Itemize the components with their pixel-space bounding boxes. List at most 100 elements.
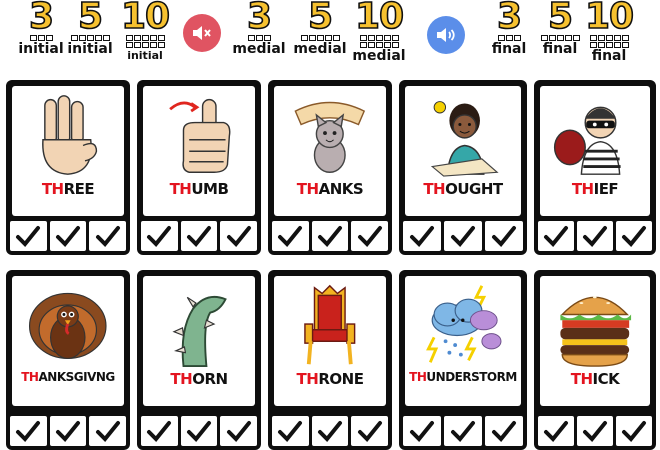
initial-5-label: initial bbox=[67, 41, 113, 57]
check-box-3[interactable] bbox=[89, 416, 127, 446]
check-box-1[interactable] bbox=[403, 416, 441, 446]
checkmark-icon bbox=[16, 226, 41, 247]
check-row bbox=[272, 416, 389, 446]
checkmark-icon bbox=[147, 226, 172, 247]
checkmark-icon bbox=[226, 226, 251, 247]
check-box-1[interactable] bbox=[10, 416, 47, 446]
medial-10-button[interactable]: 10 medial bbox=[350, 0, 408, 63]
check-box-2[interactable] bbox=[444, 416, 482, 446]
thief-icon bbox=[554, 106, 621, 175]
checkmark-icon bbox=[451, 421, 475, 442]
card-throne: THRONE bbox=[268, 270, 392, 450]
checkmark-icon bbox=[622, 226, 646, 247]
card-word: THIEF bbox=[540, 180, 650, 198]
checkmark-icon bbox=[357, 421, 382, 442]
checkmark-icon bbox=[16, 421, 41, 442]
three-fingers-hand-icon bbox=[42, 95, 98, 175]
th-prefix: TH bbox=[41, 180, 64, 198]
medial-3-label: medial bbox=[232, 41, 286, 57]
check-box-3[interactable] bbox=[616, 416, 652, 446]
checkbox-grid-icon bbox=[589, 35, 629, 48]
check-box-3[interactable] bbox=[351, 416, 389, 446]
medial-10-number: 10 bbox=[354, 0, 405, 37]
check-box-2[interactable] bbox=[49, 416, 87, 446]
turkey-icon bbox=[29, 292, 107, 360]
initial-10-button[interactable]: 10 initial bbox=[120, 0, 171, 63]
check-box-3[interactable] bbox=[220, 416, 258, 446]
toolbar: 3 initial 5 initial 10 initial 3 medial … bbox=[0, 0, 660, 70]
sound-on-button[interactable] bbox=[427, 16, 465, 54]
check-box-3[interactable] bbox=[220, 221, 258, 251]
check-box-1[interactable] bbox=[272, 416, 309, 446]
th-prefix: TH bbox=[170, 370, 193, 388]
check-box-3[interactable] bbox=[616, 221, 652, 251]
check-row bbox=[141, 416, 258, 446]
check-box-1[interactable] bbox=[272, 221, 309, 251]
final-5-button[interactable]: 5 final bbox=[534, 0, 586, 56]
check-box-2[interactable] bbox=[180, 416, 218, 446]
th-prefix: TH bbox=[571, 180, 594, 198]
check-box-1[interactable] bbox=[538, 221, 574, 251]
final-3-number: 3 bbox=[496, 0, 523, 37]
medial-5-button[interactable]: 5 medial bbox=[290, 0, 350, 56]
checkmark-icon bbox=[147, 421, 172, 442]
initial-10-number: 10 bbox=[120, 0, 171, 37]
card-thumb: THUMB bbox=[137, 80, 261, 255]
checkbox-grid-icon bbox=[359, 35, 399, 48]
card-word: THICK bbox=[540, 370, 650, 388]
final-3-label: final bbox=[491, 41, 527, 57]
check-box-2[interactable] bbox=[311, 221, 349, 251]
check-box-1[interactable] bbox=[10, 221, 47, 251]
th-prefix: TH bbox=[296, 370, 319, 388]
card-face: THIEF bbox=[540, 86, 650, 216]
check-box-3[interactable] bbox=[485, 221, 523, 251]
check-row bbox=[403, 221, 523, 251]
speaker-on-icon bbox=[437, 28, 455, 42]
check-box-3[interactable] bbox=[89, 221, 127, 251]
card-face: THUMB bbox=[143, 86, 255, 216]
check-box-2[interactable] bbox=[577, 416, 613, 446]
checkmark-icon bbox=[318, 421, 342, 442]
initial-3-button[interactable]: 3 initial bbox=[18, 0, 64, 56]
card-word: THREE bbox=[12, 180, 124, 198]
word-rest: ANKSGIVNG bbox=[38, 370, 115, 384]
final-3-button[interactable]: 3 final bbox=[484, 0, 534, 56]
checkmark-icon bbox=[544, 421, 568, 442]
checkmark-icon bbox=[187, 421, 211, 442]
card-thief: THIEF bbox=[534, 80, 656, 255]
check-row bbox=[538, 416, 652, 446]
card-thick: THICK bbox=[534, 270, 656, 450]
th-prefix: TH bbox=[296, 180, 319, 198]
checkmark-icon bbox=[56, 421, 80, 442]
mute-button[interactable] bbox=[183, 14, 221, 52]
check-box-3[interactable] bbox=[351, 221, 389, 251]
check-box-2[interactable] bbox=[311, 416, 349, 446]
checkmark-icon bbox=[95, 421, 120, 442]
check-box-1[interactable] bbox=[538, 416, 574, 446]
card-word: THRONE bbox=[274, 370, 386, 388]
card-face: THOUGHT bbox=[405, 86, 521, 216]
medial-5-label: medial bbox=[293, 41, 347, 57]
card-three: THREE bbox=[6, 80, 130, 255]
check-box-2[interactable] bbox=[180, 221, 218, 251]
check-box-1[interactable] bbox=[141, 221, 178, 251]
checkmark-icon bbox=[187, 226, 211, 247]
check-box-2[interactable] bbox=[444, 221, 482, 251]
checkmark-icon bbox=[357, 226, 382, 247]
check-box-1[interactable] bbox=[403, 221, 441, 251]
check-box-1[interactable] bbox=[141, 416, 178, 446]
initial-5-button[interactable]: 5 initial bbox=[64, 0, 116, 56]
storm-cloud-icon bbox=[426, 285, 502, 363]
medial-3-number: 3 bbox=[246, 0, 273, 37]
medial-3-button[interactable]: 3 medial bbox=[228, 0, 290, 56]
check-box-2[interactable] bbox=[577, 221, 613, 251]
check-box-3[interactable] bbox=[485, 416, 523, 446]
checkmark-icon bbox=[56, 226, 80, 247]
word-rest: RONE bbox=[318, 370, 364, 388]
final-10-button[interactable]: 10 final bbox=[584, 0, 635, 64]
check-box-2[interactable] bbox=[49, 221, 87, 251]
medial-10-label: medial bbox=[352, 48, 406, 64]
speaker-mute-icon bbox=[193, 26, 211, 40]
card-word: THORN bbox=[143, 370, 255, 388]
final-10-label: final bbox=[591, 48, 627, 64]
